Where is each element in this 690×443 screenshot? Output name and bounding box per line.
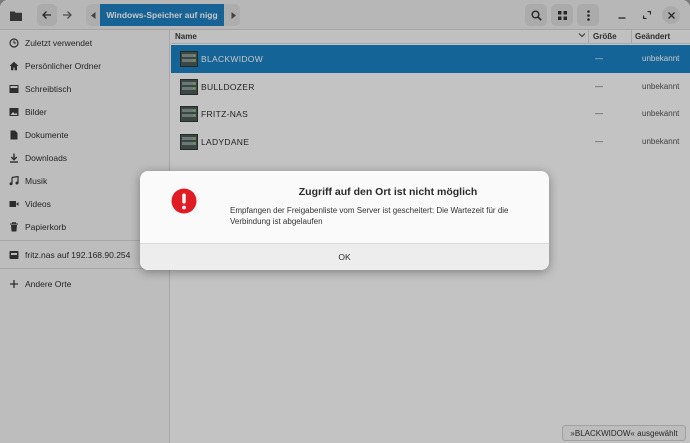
dialog-title: Zugriff auf den Ort ist nicht möglich [298,186,478,198]
error-icon [171,188,197,214]
error-dialog: Zugriff auf den Ort ist nicht möglich Em… [140,171,549,270]
dialog-message: Empfangen der Freigabenliste vom Server … [230,206,509,226]
file-manager-window: Windows-Speicher auf nigg Zuletzt verwen [0,0,690,443]
ok-button[interactable]: OK [140,243,549,270]
